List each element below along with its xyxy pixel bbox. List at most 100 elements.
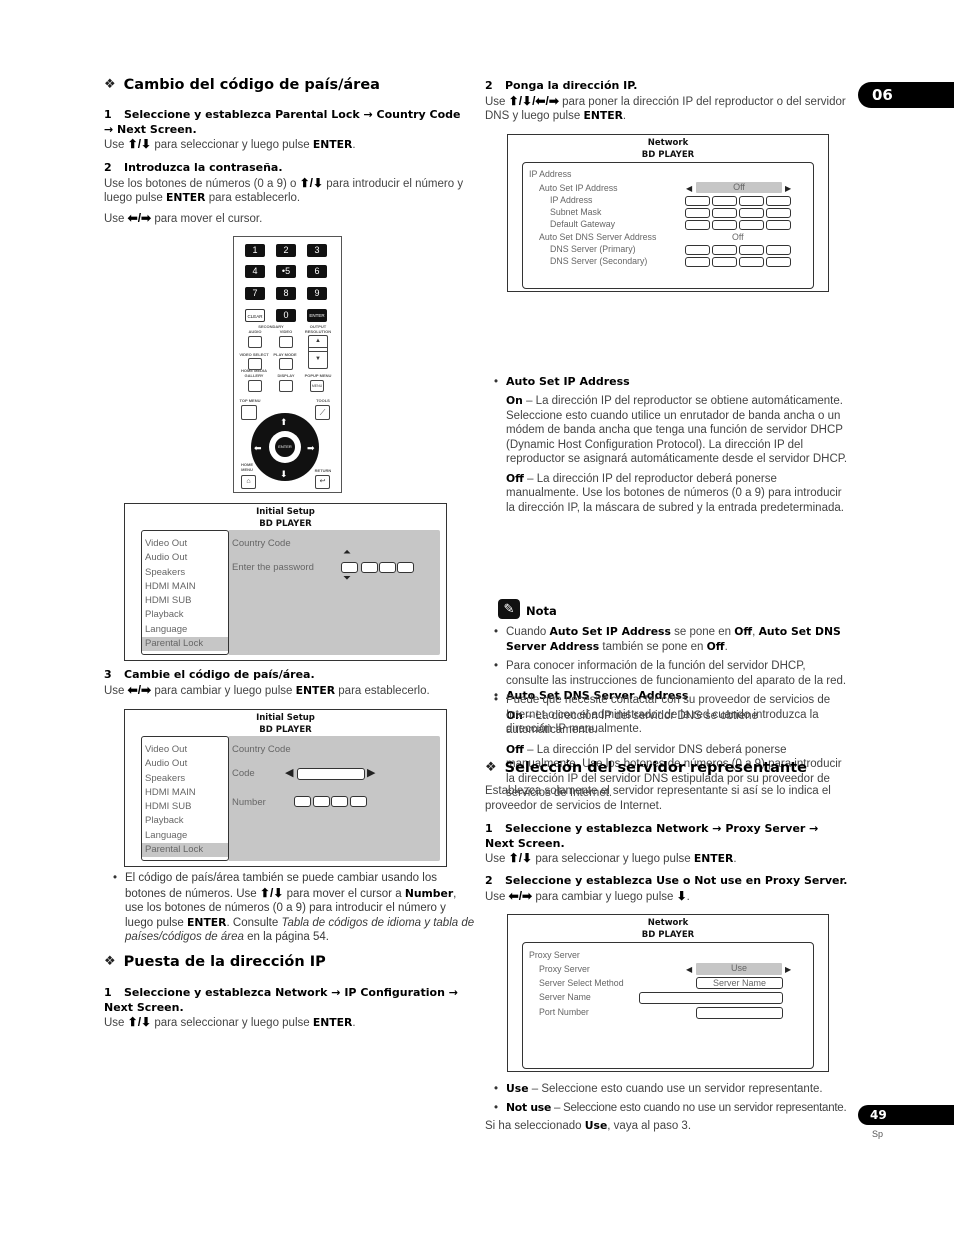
page-language: Sp (872, 1129, 884, 1139)
auto-ip-bullet: Auto Set IP Address On – La dirección IP… (485, 375, 850, 516)
key-0: 0 (276, 309, 296, 322)
key-5: •5 (276, 265, 296, 278)
ip-octet-field[interactable] (712, 196, 737, 206)
dpad-enter: ENTER (274, 436, 296, 458)
ip-octet-field[interactable] (766, 220, 791, 230)
ip-octet-field[interactable] (766, 245, 791, 255)
left-right-arrow-icon: ⬅/➡ (127, 682, 152, 697)
menu-item[interactable]: Speakers (142, 772, 228, 786)
dpad: ENTER ⬆ ⬇ ⬅ ➡ (251, 413, 319, 481)
server-name-field[interactable] (639, 992, 783, 1004)
diamond-bullet-icon: ❖ (485, 760, 497, 775)
ip-octet-field[interactable] (685, 220, 710, 230)
step-heading: 1 Seleccione y establezca Network → Proxy… (485, 822, 819, 850)
ip-octet-field[interactable] (712, 245, 737, 255)
menu-item[interactable]: Speakers (142, 566, 228, 580)
port-number-field[interactable] (696, 1007, 783, 1019)
number-digit[interactable] (313, 796, 330, 807)
step-heading: 2 Introduzca la contraseña. (104, 161, 283, 174)
password-digit[interactable] (379, 562, 396, 573)
step-body: Use ⬆/⬇ para seleccionar y luego pulse E… (104, 1015, 356, 1029)
triangle-up-icon: ▲ (315, 338, 321, 344)
key-top-menu (241, 405, 257, 420)
menu-item-selected[interactable]: Parental Lock (142, 843, 228, 858)
return-icon: ↩ (315, 475, 330, 489)
password-digit[interactable] (341, 562, 358, 573)
code-field[interactable] (297, 768, 365, 780)
step-heading: 2 Seleccione y establezca Use o Not use e… (485, 874, 848, 887)
menu-item[interactable]: Audio Out (142, 757, 228, 771)
menu-item[interactable]: Video Out (142, 743, 228, 757)
ip-octet-field[interactable] (712, 220, 737, 230)
key-1: 1 (245, 244, 265, 257)
key-output-resolution: ▲ ▼ (308, 335, 328, 369)
auto-ip-selector[interactable]: Off (696, 182, 782, 193)
password-digit[interactable] (361, 562, 378, 573)
proxy-server-selector[interactable]: Use (696, 963, 782, 975)
note-pencil-icon: ✎ (498, 599, 520, 619)
ip-octet-field[interactable] (739, 245, 764, 255)
key-display (279, 380, 293, 392)
ip-octet-field[interactable] (766, 196, 791, 206)
off-description: Off – La dirección IP del reproductor de… (506, 471, 844, 514)
menu-item[interactable]: HDMI MAIN (142, 786, 228, 800)
arrow-keys-icon: ⬆/⬇/⬅/➡ (508, 93, 559, 108)
note-item: Puede que necesite contactar con su prov… (485, 693, 850, 737)
label-video-select: VIDEO SELECT (239, 352, 269, 357)
key-popup-menu: MENU (310, 380, 324, 392)
ip-octet-field[interactable] (685, 245, 710, 255)
ip-octet-field[interactable] (739, 196, 764, 206)
key-9: 9 (307, 287, 327, 300)
final-instruction: Si ha seleccionado Use, vaya al paso 3. (485, 1119, 692, 1132)
number-label: Number (232, 797, 266, 808)
step-heading: 3 Cambie el código de país/área. (104, 668, 315, 681)
triangle-down-icon: ▼ (315, 356, 321, 362)
proxy-group: Proxy Server (529, 950, 580, 960)
step-1-country: 1 Seleccione y establezca Parental Lock →… (104, 108, 472, 153)
label-home-media-gallery: HOME MEDIA GALLERY (241, 368, 267, 378)
server-name-label: Server Name (539, 992, 591, 1002)
password-digit[interactable] (397, 562, 414, 573)
port-number-label: Port Number (539, 1007, 589, 1017)
ip-octet-field[interactable] (739, 208, 764, 218)
number-digit[interactable] (331, 796, 348, 807)
ip-octet-field[interactable] (766, 208, 791, 218)
initial-setup-screen-password: Initial Setup BD PLAYER Video Out Audio O… (124, 503, 447, 661)
menu-item[interactable]: Playback (142, 608, 228, 622)
ip-octet-field[interactable] (712, 208, 737, 218)
ip-octet-field[interactable] (739, 220, 764, 230)
ip-octet-field[interactable] (712, 257, 737, 267)
up-down-arrow-icon: ⬆/⬇ (127, 1015, 152, 1029)
menu-item[interactable]: Video Out (142, 537, 228, 551)
step-heading: 1 Seleccione y establezca Parental Lock →… (104, 108, 461, 136)
key-3: 3 (307, 244, 327, 257)
auto-dns-value[interactable]: Off (732, 232, 744, 243)
server-select-method-field[interactable]: Server Name (696, 977, 783, 989)
country-code-heading: Country Code (232, 744, 291, 755)
menu-item[interactable]: Playback (142, 814, 228, 828)
diamond-bullet-icon: ❖ (104, 77, 116, 92)
dns-secondary-label: DNS Server (Secondary) (550, 256, 648, 266)
menu-item-selected[interactable]: Parental Lock (142, 637, 228, 652)
menu-item[interactable]: HDMI SUB (142, 800, 228, 814)
number-digit[interactable] (294, 796, 311, 807)
menu-item[interactable]: Audio Out (142, 551, 228, 565)
menu-item[interactable]: HDMI MAIN (142, 580, 228, 594)
ip-octet-field[interactable] (739, 257, 764, 267)
number-digit[interactable] (350, 796, 367, 807)
key-2: 2 (276, 244, 296, 257)
label-display: DISPLAY (277, 373, 295, 378)
key-video (279, 336, 293, 348)
menu-item[interactable]: Language (142, 829, 228, 843)
ip-octet-field[interactable] (685, 257, 710, 267)
initial-setup-screen-code: Initial Setup BD PLAYER Video Out Audio O… (124, 709, 447, 867)
label-return: RETURN (314, 468, 332, 473)
ip-octet-field[interactable] (766, 257, 791, 267)
menu-item[interactable]: Language (142, 623, 228, 637)
ip-octet-field[interactable] (685, 208, 710, 218)
label-play-mode: PLAY MODE (273, 352, 297, 357)
menu-item[interactable]: HDMI SUB (142, 594, 228, 608)
step-body: Use ⬅/➡ para cambiar y luego pulse ⬇. (485, 888, 690, 903)
ip-octet-field[interactable] (685, 196, 710, 206)
section-heading-proxy: ❖ Selección del servidor representante (485, 760, 807, 776)
